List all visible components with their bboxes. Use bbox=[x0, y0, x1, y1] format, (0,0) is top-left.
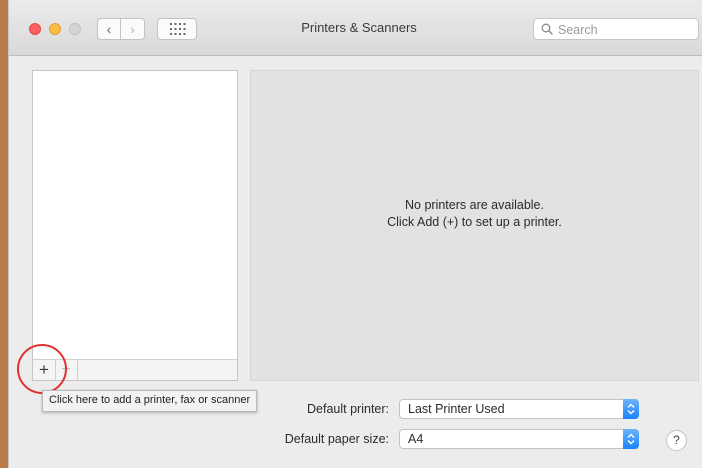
printers-scanners-window: ‹ › Printers & Scanners + − bbox=[8, 0, 702, 468]
forward-button[interactable]: › bbox=[121, 18, 145, 40]
help-button[interactable]: ? bbox=[666, 430, 687, 451]
chevron-left-icon: ‹ bbox=[106, 21, 112, 37]
add-printer-tooltip: Click here to add a printer, fax or scan… bbox=[42, 390, 258, 412]
default-paper-size-label: Default paper size: bbox=[284, 432, 389, 446]
no-printers-message: No printers are available. Click Add (+)… bbox=[251, 197, 698, 231]
printer-list[interactable] bbox=[32, 70, 238, 360]
back-button[interactable]: ‹ bbox=[97, 18, 121, 40]
default-paper-size-value: A4 bbox=[408, 432, 424, 446]
printer-details-panel: No printers are available. Click Add (+)… bbox=[250, 70, 699, 381]
printer-list-footer: + − bbox=[32, 359, 238, 381]
popup-stepper-icon bbox=[623, 429, 639, 449]
close-window-button[interactable] bbox=[29, 23, 41, 35]
add-printer-button[interactable]: + bbox=[33, 360, 56, 380]
popup-stepper-icon bbox=[623, 399, 639, 419]
chevron-right-icon: › bbox=[130, 21, 135, 37]
show-all-button[interactable] bbox=[157, 18, 197, 40]
search-field[interactable] bbox=[533, 18, 699, 40]
grid-icon bbox=[170, 23, 186, 35]
zoom-window-button[interactable] bbox=[69, 23, 81, 35]
default-printer-label: Default printer: bbox=[307, 402, 389, 416]
add-hint-line: Click Add (+) to set up a printer. bbox=[387, 215, 562, 229]
window-title: Printers & Scanners bbox=[301, 20, 417, 35]
default-paper-size-popup[interactable]: A4 bbox=[399, 429, 639, 449]
minimize-window-button[interactable] bbox=[49, 23, 61, 35]
default-printer-value: Last Printer Used bbox=[408, 402, 505, 416]
no-printers-line: No printers are available. bbox=[405, 198, 544, 212]
title-bar: ‹ › Printers & Scanners bbox=[9, 0, 702, 56]
search-icon bbox=[541, 23, 553, 35]
remove-printer-button[interactable]: − bbox=[55, 360, 78, 380]
search-input[interactable] bbox=[556, 21, 696, 39]
default-printer-popup[interactable]: Last Printer Used bbox=[399, 399, 639, 419]
